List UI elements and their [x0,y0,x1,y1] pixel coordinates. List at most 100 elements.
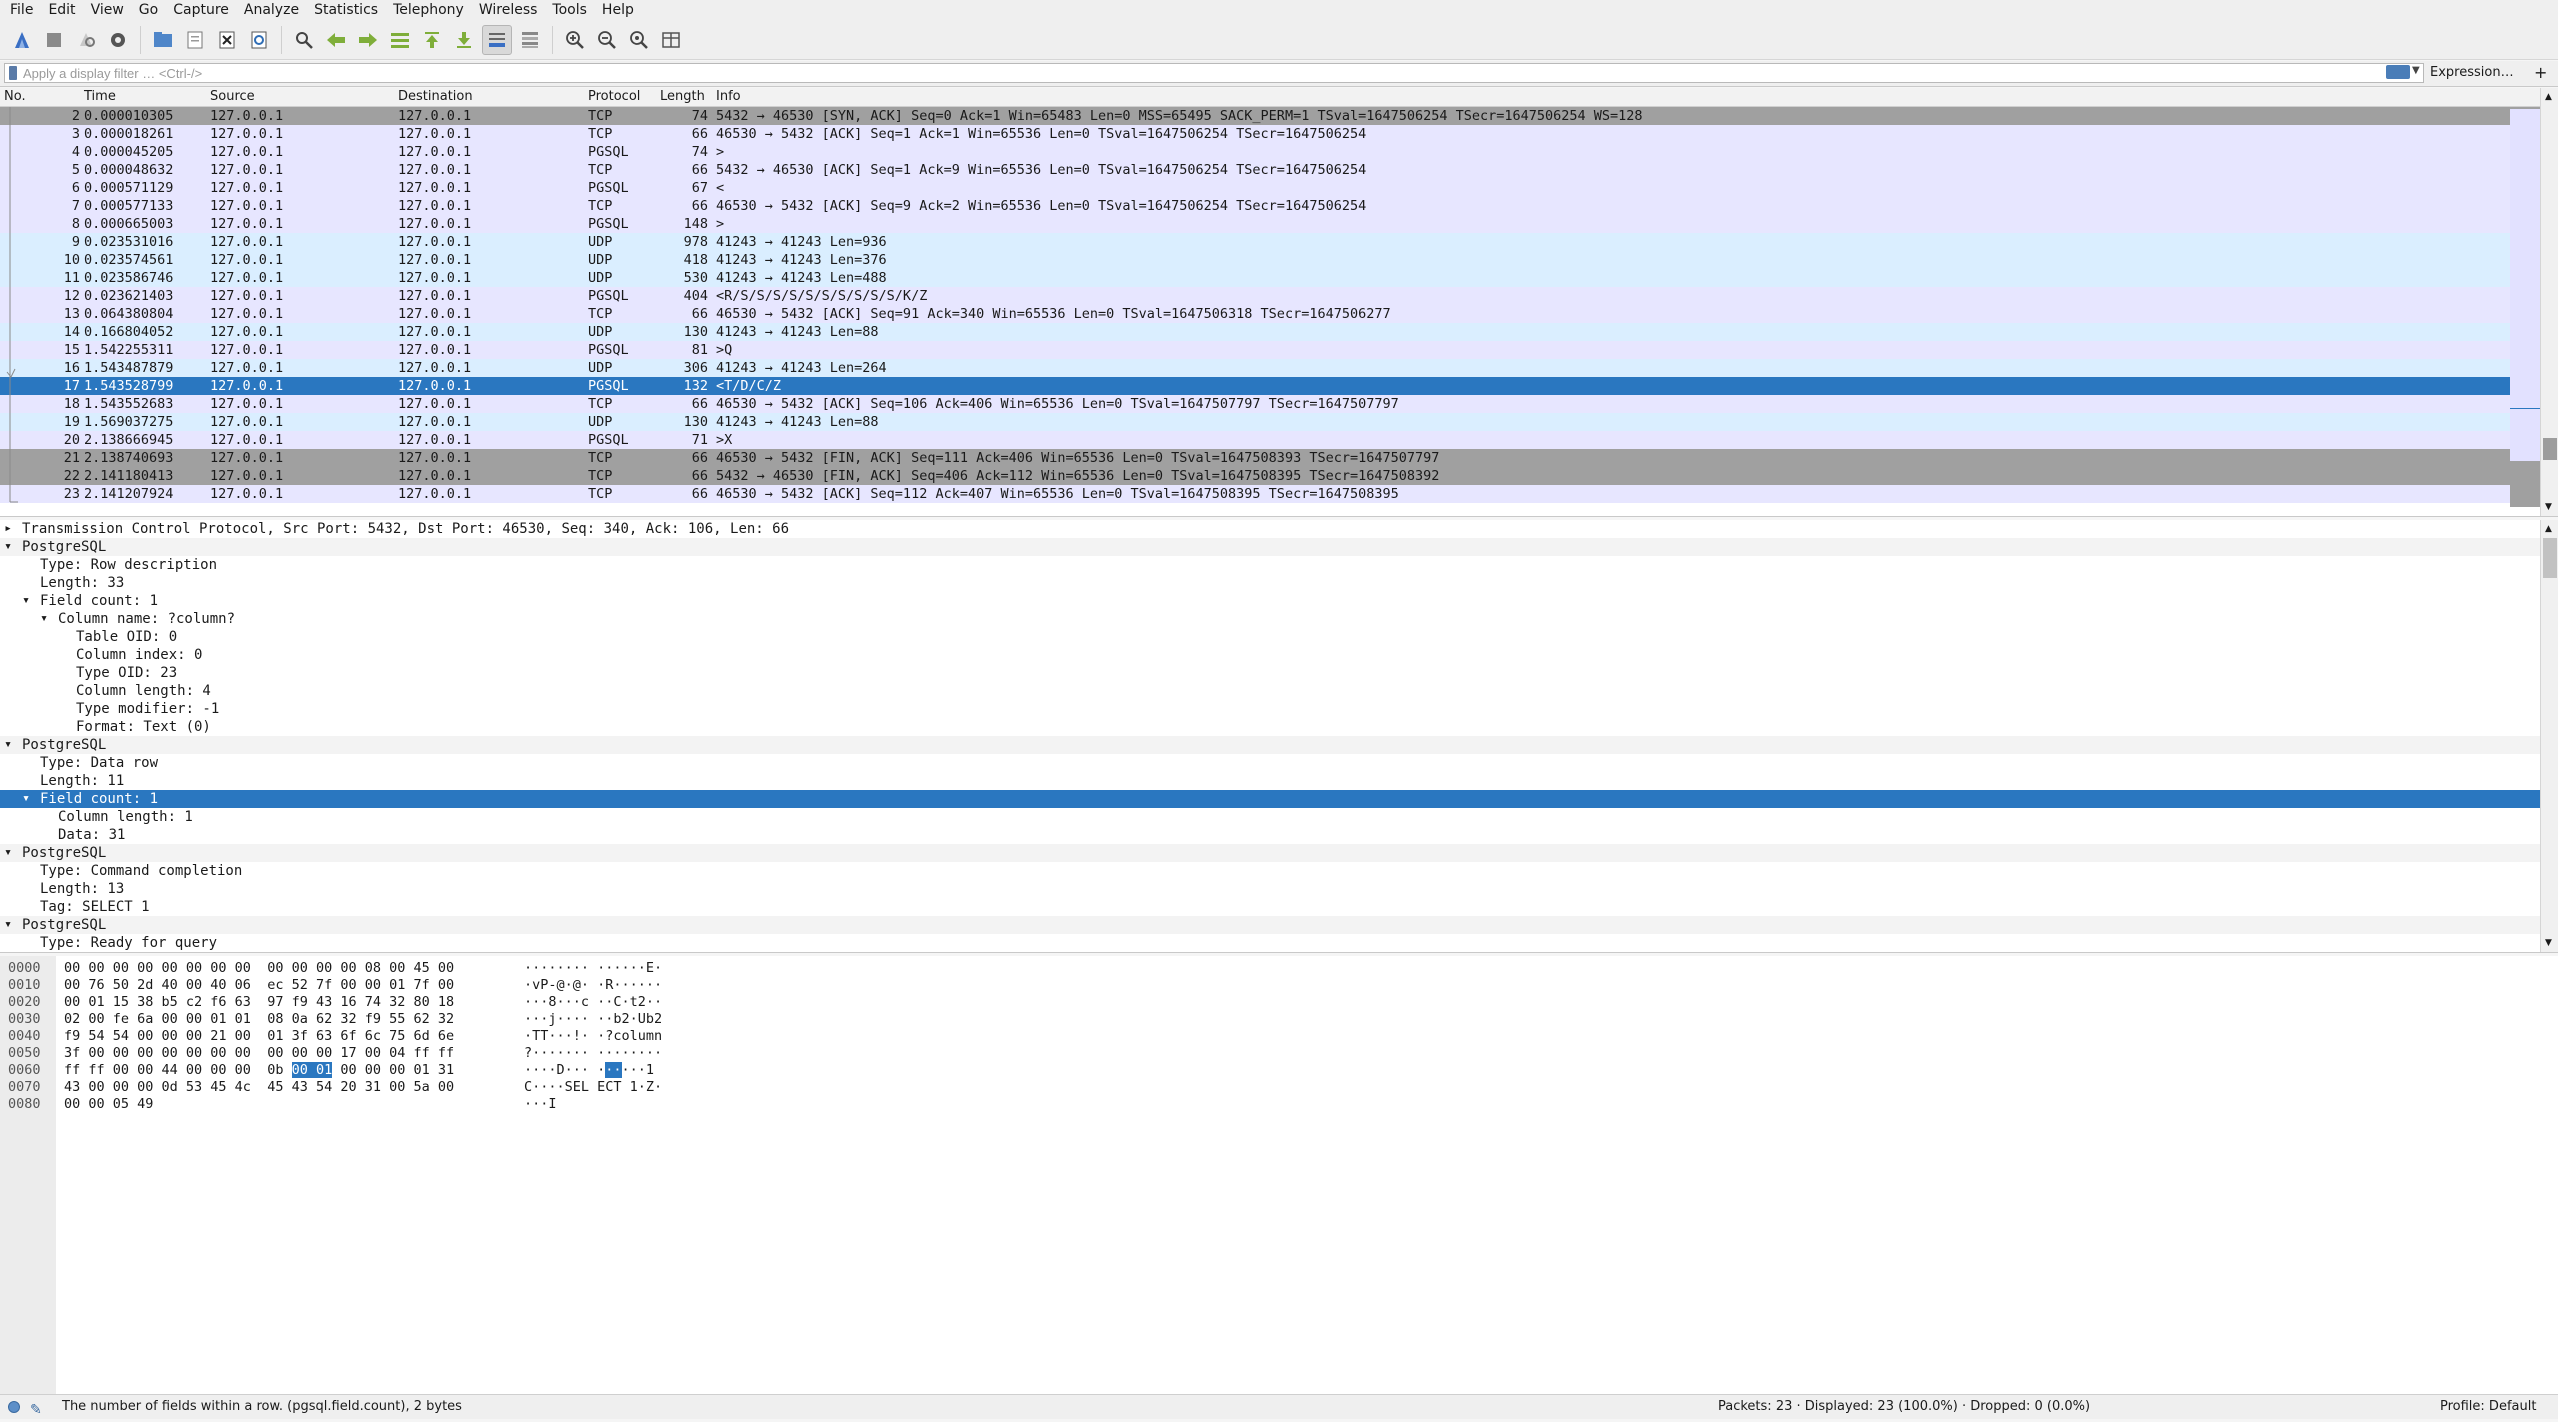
packet-row[interactable]: 8 0.000665003 127.0.0.1 127.0.0.1 PGSQL 148 > [0,215,2510,233]
packet-row[interactable]: 10 0.023574561 127.0.0.1 127.0.0.1 UDP 418 412… [0,251,2510,269]
packet-row[interactable]: 9 0.023531016 127.0.0.1 127.0.0.1 UDP 978 4124… [0,233,2510,251]
expand-arrow-icon[interactable]: ▾ [2,844,14,862]
details-tree-item[interactable]: Type: Command completion [0,862,2558,880]
ascii-bytes[interactable]: ········ ······E· [524,960,662,977]
hex-bytes[interactable]: 02 00 fe 6a 00 00 01 01 08 0a 62 32 f9 5… [64,1011,454,1028]
apply-filter-arrow-icon[interactable] [2386,65,2410,79]
details-tree-item[interactable]: ▾ Field count: 1 [0,592,2558,610]
filter-bookmark-icon[interactable] [9,66,17,80]
go-back-icon[interactable] [322,26,350,54]
expand-arrow-icon[interactable]: ▾ [2,916,14,934]
details-scrollbar[interactable]: ▲ ▼ [2540,520,2558,952]
menu-file[interactable]: File [0,0,40,20]
ascii-bytes[interactable]: ···8···c ··C·t2·· [524,994,662,1011]
packet-list-scrollbar[interactable]: ▲ ▼ [2540,88,2558,516]
details-tree-item[interactable]: Column index: 0 [0,646,2558,664]
go-to-packet-icon[interactable] [386,26,414,54]
scroll-down-icon[interactable]: ▼ [2545,938,2552,948]
scroll-down-icon[interactable]: ▼ [2545,502,2552,512]
expand-arrow-icon[interactable]: ▾ [2,736,14,754]
capture-comment-icon[interactable]: ✎ [30,1398,42,1422]
details-tree-item[interactable]: ▾ PostgreSQL [0,916,2558,934]
go-last-packet-icon[interactable] [450,26,478,54]
expand-arrow-icon[interactable]: ▾ [20,790,32,808]
ascii-bytes[interactable]: ···I [524,1096,557,1113]
column-header-source[interactable]: Source [210,89,255,104]
details-tree-item[interactable]: ▾ PostgreSQL [0,844,2558,862]
menu-analyze[interactable]: Analyze [236,0,306,20]
collapsed-arrow-icon[interactable]: ▸ [2,520,14,538]
ascii-bytes[interactable]: ·TT···!· ·?column [524,1028,662,1045]
packet-row[interactable]: 11 0.023586746 127.0.0.1 127.0.0.1 UDP 530 412… [0,269,2510,287]
packet-row[interactable]: 2 0.000010305 127.0.0.1 127.0.0.1 TCP 74 5432 … [0,107,2510,125]
go-forward-icon[interactable] [354,26,382,54]
packet-row[interactable]: 23 2.141207924 127.0.0.1 127.0.0.1 TCP 66 4653… [0,485,2510,503]
details-tree-item[interactable]: Type: Ready for query [0,934,2558,952]
details-tree-item[interactable]: Column length: 4 [0,682,2558,700]
details-tree-item[interactable]: ▾ PostgreSQL [0,736,2558,754]
packet-row[interactable]: 4 0.000045205 127.0.0.1 127.0.0.1 PGSQL 74 > [0,143,2510,161]
packet-row[interactable]: 16 1.543487879 127.0.0.1 127.0.0.1 UDP 306 412… [0,359,2510,377]
column-header-protocol[interactable]: Protocol [588,89,640,104]
column-header-info[interactable]: Info [716,89,741,104]
colorize-icon[interactable] [516,26,544,54]
profile-status[interactable]: Profile: Default [2440,1395,2536,1419]
menu-tools[interactable]: Tools [544,0,594,20]
add-filter-button[interactable]: + [2534,63,2547,82]
hex-bytes[interactable]: f9 54 54 00 00 00 21 00 01 3f 63 6f 6c 7… [64,1028,454,1045]
details-tree-item[interactable]: Format: Text (0) [0,718,2558,736]
packet-row[interactable]: 5 0.000048632 127.0.0.1 127.0.0.1 TCP 66 5432 … [0,161,2510,179]
filter-history-dropdown-icon[interactable]: ▼ [2412,65,2420,76]
packet-row[interactable]: 20 2.138666945 127.0.0.1 127.0.0.1 PGSQL 71 >X [0,431,2510,449]
zoom-out-icon[interactable] [593,26,621,54]
details-tree-item[interactable]: Column length: 1 [0,808,2558,826]
expert-info-icon[interactable] [8,1401,20,1413]
menu-statistics[interactable]: Statistics [306,0,385,20]
ascii-bytes[interactable]: ····D··· ······1 [524,1062,654,1079]
hex-bytes[interactable]: 00 76 50 2d 40 00 40 06 ec 52 7f 00 00 0… [64,977,454,994]
stop-capture-icon[interactable] [40,26,68,54]
details-tree-item[interactable]: Type modifier: -1 [0,700,2558,718]
details-tree-item[interactable]: ▾ Field count: 1 [0,790,2558,808]
ascii-bytes[interactable]: ···j···· ··b2·Ub2 [524,1011,662,1028]
details-tree-item[interactable]: Length: 33 [0,574,2558,592]
packet-row[interactable]: 19 1.569037275 127.0.0.1 127.0.0.1 UDP 130 412… [0,413,2510,431]
hex-bytes[interactable]: 00 00 00 00 00 00 00 00 00 00 00 00 08 0… [64,960,454,977]
column-header-length[interactable]: Length [660,89,705,104]
hex-bytes[interactable]: 00 01 15 38 b5 c2 f6 63 97 f9 43 16 74 3… [64,994,454,1011]
menu-go[interactable]: Go [131,0,165,20]
open-file-icon[interactable] [149,26,177,54]
find-packet-icon[interactable] [290,26,318,54]
column-header-no[interactable]: No. [4,89,26,104]
menu-help[interactable]: Help [594,0,641,20]
close-file-icon[interactable] [213,26,241,54]
details-tree-item[interactable]: Length: 13 [0,880,2558,898]
ascii-bytes[interactable]: C····SEL ECT 1·Z· [524,1079,662,1096]
details-tree-item[interactable]: ▸ Transmission Control Protocol, Src Port… [0,520,2558,538]
menu-view[interactable]: View [83,0,131,20]
packet-row[interactable]: 15 1.542255311 127.0.0.1 127.0.0.1 PGSQL 81 >Q [0,341,2510,359]
hex-bytes[interactable]: 3f 00 00 00 00 00 00 00 00 00 00 17 00 0… [64,1045,454,1062]
menu-wireless[interactable]: Wireless [471,0,545,20]
save-file-icon[interactable] [181,26,209,54]
packet-row[interactable]: 21 2.138740693 127.0.0.1 127.0.0.1 TCP 66 4653… [0,449,2510,467]
details-tree-item[interactable]: Table OID: 0 [0,628,2558,646]
details-tree-item[interactable]: Type: Row description [0,556,2558,574]
details-tree-item[interactable]: ▾ PostgreSQL [0,538,2558,556]
details-tree-item[interactable]: Length: 11 [0,772,2558,790]
packet-row[interactable]: 6 0.000571129 127.0.0.1 127.0.0.1 PGSQL 67 < [0,179,2510,197]
packet-row[interactable]: 13 0.064380804 127.0.0.1 127.0.0.1 TCP 66 4653… [0,305,2510,323]
restart-capture-icon[interactable] [72,26,100,54]
packet-row[interactable]: 18 1.543552683 127.0.0.1 127.0.0.1 TCP 66 4653… [0,395,2510,413]
expression-button[interactable]: Expression… [2430,65,2514,80]
details-tree-item[interactable]: ▾ Column name: ?column? [0,610,2558,628]
details-tree-item[interactable]: Data: 31 [0,826,2558,844]
hex-bytes[interactable]: ff ff 00 00 44 00 00 00 0b 00 01 00 00 0… [64,1062,454,1079]
column-header-time[interactable]: Time [84,89,116,104]
zoom-reset-icon[interactable] [625,26,653,54]
scrollbar-thumb[interactable] [2543,438,2557,460]
reload-file-icon[interactable] [245,26,273,54]
details-tree-item[interactable]: Type: Data row [0,754,2558,772]
packet-row[interactable]: 7 0.000577133 127.0.0.1 127.0.0.1 TCP 66 46530… [0,197,2510,215]
menu-edit[interactable]: Edit [40,0,82,20]
